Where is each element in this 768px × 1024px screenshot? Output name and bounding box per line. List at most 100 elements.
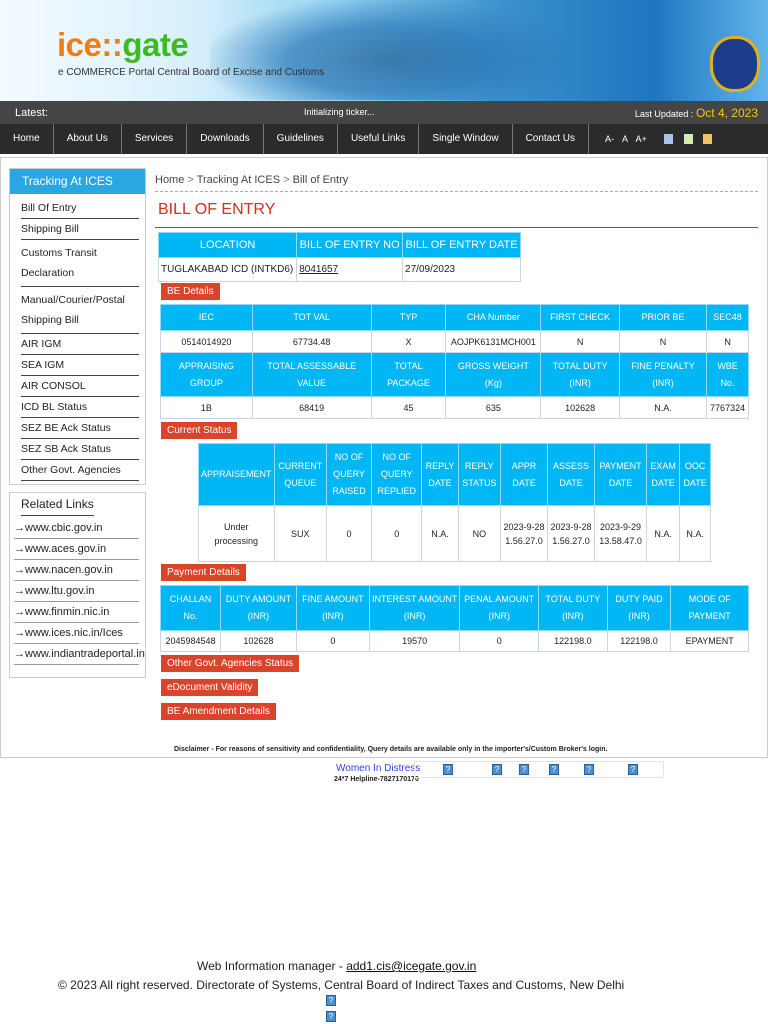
cell: N.A. — [421, 505, 459, 562]
nav-downloads[interactable]: Downloads — [187, 124, 264, 154]
col-header: APPRAISEMENT — [198, 443, 275, 506]
main-nav: Home About Us Services Downloads Guideli… — [0, 124, 768, 154]
nav-useful-links[interactable]: Useful Links — [338, 124, 420, 154]
nav-single-window[interactable]: Single Window — [419, 124, 513, 154]
payment-details-button[interactable]: Payment Details — [161, 564, 246, 581]
col-header: APPR DATE — [500, 443, 549, 506]
link-text: www.ices.nic.in/Ices — [25, 627, 123, 639]
col-header: TOT VAL — [251, 304, 372, 331]
broken-image-icon[interactable]: ? — [443, 764, 453, 775]
cell: 0 — [295, 630, 371, 652]
link-nacen[interactable]: →www.nacen.gov.in — [14, 560, 139, 581]
cell: N — [706, 330, 749, 353]
cell: 45 — [370, 396, 447, 419]
be-number-link[interactable]: 8041657 — [299, 264, 338, 275]
font-size-controls[interactable]: A- A A+ — [589, 124, 647, 154]
web-info-manager: Web Information manager - add1.cis@icega… — [197, 959, 476, 973]
be-amendment-button[interactable]: BE Amendment Details — [161, 703, 276, 720]
col-header: PENAL AMOUNT (INR) — [459, 585, 540, 631]
cell: N.A. — [646, 505, 681, 562]
nav-about-us[interactable]: About Us — [54, 124, 122, 154]
cell: 2023-9-28 1.56.27.0 — [500, 505, 549, 562]
breadcrumb-home[interactable]: Home — [155, 174, 184, 186]
breadcrumb-current: Bill of Entry — [292, 174, 349, 186]
related-links-box: Related Links →www.cbic.gov.in →www.aces… — [9, 492, 146, 678]
cell: N — [540, 330, 620, 353]
sidebar-item-shipping-bill[interactable]: Shipping Bill — [21, 219, 139, 240]
sidebar-item-icd-bl[interactable]: ICD BL Status — [21, 397, 139, 418]
col-header: FIRST CHECK — [540, 304, 620, 331]
col-header: TOTAL PACKAGE — [370, 352, 447, 397]
sidebar-item-oga[interactable]: Other Govt. Agencies — [21, 460, 139, 481]
breadcrumb-sep: > — [187, 174, 194, 186]
nav-contact-us[interactable]: Contact Us — [513, 124, 590, 154]
broken-image-icon[interactable]: ? — [549, 764, 559, 775]
cell: N.A. — [618, 396, 708, 419]
sidebar-item-bill-of-entry[interactable]: Bill Of Entry — [21, 198, 139, 219]
link-text: www.aces.gov.in — [25, 543, 107, 555]
cell: 2023-9-29 13.58.47.0 — [594, 505, 648, 562]
link-ices[interactable]: →www.ices.nic.in/Ices — [14, 623, 139, 644]
broken-image-icon[interactable]: ? — [326, 995, 336, 1006]
broken-image-icon[interactable]: ? — [326, 1011, 336, 1022]
cell: 102628 — [220, 630, 297, 652]
icegate-logo[interactable]: ice::gate — [57, 26, 189, 64]
theme-orange-swatch[interactable] — [703, 134, 712, 144]
cell: 122198.0 — [538, 630, 608, 652]
sidebar-title: Tracking At ICES — [10, 169, 145, 194]
col-header: APPRAISING GROUP — [160, 352, 253, 397]
wim-email-link[interactable]: add1.cis@icegate.gov.in — [346, 959, 476, 973]
broken-image-icon[interactable]: ? — [584, 764, 594, 775]
col-header: REPLY STATUS — [457, 443, 502, 506]
theme-blue-swatch[interactable] — [664, 134, 673, 144]
sidebar-item-air-consol[interactable]: AIR CONSOL — [21, 376, 139, 397]
sidebar-item-air-igm[interactable]: AIR IGM — [21, 334, 139, 355]
logo-ice: ice — [57, 26, 102, 63]
broken-image-icon[interactable]: ? — [628, 764, 638, 775]
sidebar-item-customs-transit[interactable]: Customs Transit Declaration — [21, 240, 139, 287]
nav-guidelines[interactable]: Guidelines — [264, 124, 338, 154]
col-header: IEC — [160, 304, 253, 331]
link-ltu[interactable]: →www.ltu.gov.in — [14, 581, 139, 602]
broken-image-icon[interactable]: ? — [519, 764, 529, 775]
logo-gate: gate — [122, 26, 189, 63]
broken-image-icon[interactable]: ? — [492, 764, 502, 775]
col-header: REPLY DATE — [421, 443, 459, 506]
link-aces[interactable]: →www.aces.gov.in — [14, 539, 139, 560]
sidebar-item-sez-sb[interactable]: SEZ SB Ack Status — [21, 439, 139, 460]
cell: 2023-9-28 1.56.27.0 — [547, 505, 596, 562]
sidebar-item-manual-courier[interactable]: Manual/Courier/Postal Shipping Bill — [21, 287, 139, 334]
oga-status-button[interactable]: Other Govt. Agencies Status — [161, 655, 300, 672]
link-finmin[interactable]: →www.finmin.nic.in — [14, 602, 139, 623]
cell: EPAYMENT — [670, 630, 749, 652]
title-underline — [155, 227, 758, 228]
cell: SUX — [273, 505, 327, 562]
col-header: ASSESS DATE — [547, 443, 596, 506]
ticker-message: Initializing ticker... — [304, 107, 375, 117]
col-header: TOTAL ASSESSABLE VALUE — [251, 352, 372, 397]
cell: NO — [457, 505, 502, 562]
cell: 2045984548 — [159, 630, 222, 652]
nav-services[interactable]: Services — [122, 124, 188, 154]
edocument-validity-button[interactable]: eDocument Validity — [161, 679, 259, 696]
col-header: FINE PENALTY (INR) — [618, 352, 708, 397]
sidebar-item-sez-be[interactable]: SEZ BE Ack Status — [21, 418, 139, 439]
current-status-button[interactable]: Current Status — [161, 422, 238, 439]
cell: 635 — [445, 396, 542, 419]
women-in-distress-link[interactable]: Women In Distress — [336, 763, 420, 774]
cell: 0 — [371, 505, 423, 562]
col-header: EXAM DATE — [646, 443, 681, 506]
nav-home[interactable]: Home — [0, 124, 54, 154]
cell: 102628 — [540, 396, 620, 419]
link-cbic[interactable]: →www.cbic.gov.in — [14, 518, 139, 539]
sidebar-item-sea-igm[interactable]: SEA IGM — [21, 355, 139, 376]
link-indiantradeportal[interactable]: →www.indiantradeportal.in — [14, 644, 145, 665]
col-header: GROSS WEIGHT (Kg) — [445, 352, 542, 397]
col-header: TOTAL DUTY (INR) — [538, 585, 608, 631]
page-title: BILL OF ENTRY — [158, 201, 276, 218]
col-header: WBE No. — [706, 352, 749, 397]
be-details-button[interactable]: BE Details — [161, 283, 220, 300]
breadcrumb-tracking[interactable]: Tracking At ICES — [197, 174, 280, 186]
theme-green-swatch[interactable] — [684, 134, 693, 144]
col-header: CHA Number — [445, 304, 542, 331]
